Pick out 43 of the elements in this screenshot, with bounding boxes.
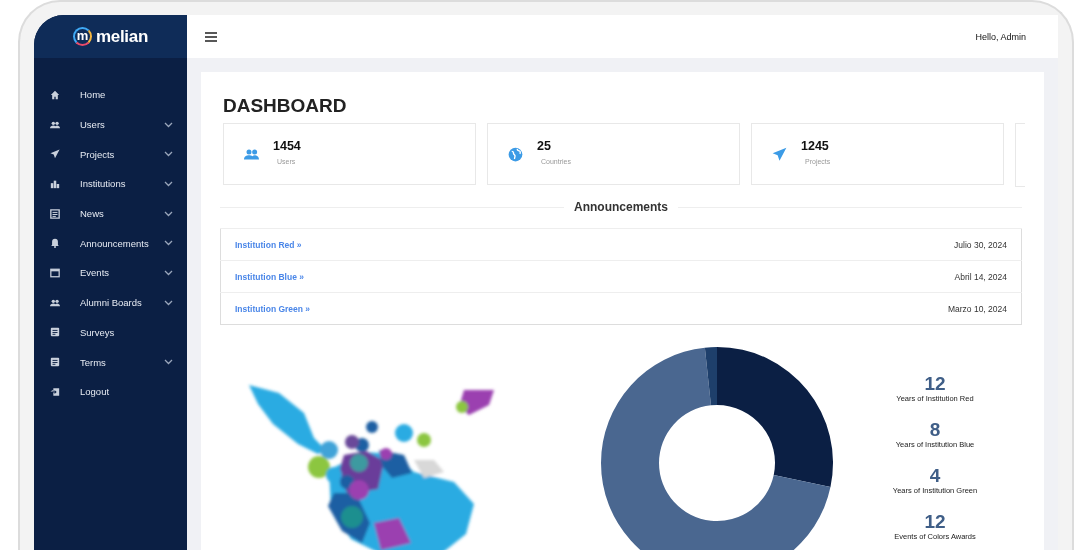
sidebar-item[interactable]: Projects <box>34 139 187 170</box>
document-icon <box>50 327 60 338</box>
announcement-date: Julio 30, 2024 <box>954 239 1007 250</box>
people-icon <box>50 297 60 308</box>
people-icon <box>50 119 60 130</box>
fact-number: 4 <box>929 466 941 486</box>
fact-number: 12 <box>924 512 946 532</box>
calendar-icon <box>50 267 60 278</box>
sidebar-item[interactable]: Alumni Boards <box>34 287 187 318</box>
sidebar-item[interactable]: Home <box>34 80 187 110</box>
institution-link[interactable]: Institution Blue » <box>235 271 304 282</box>
sidebar-item[interactable]: Users <box>34 109 187 140</box>
fact-number: 8 <box>929 420 941 440</box>
page-title: DASHBOARD <box>223 95 348 117</box>
newspaper-icon <box>50 208 60 219</box>
paper-plane-icon <box>772 146 787 162</box>
logo-mark-icon: m <box>72 27 92 46</box>
menu-icon[interactable] <box>205 31 217 42</box>
paper-plane-icon <box>50 149 60 160</box>
logo-text: melian <box>95 26 149 47</box>
bar-chart-icon <box>50 178 60 189</box>
stat-value: 1245 <box>801 139 830 153</box>
sidebar-item[interactable]: News <box>34 198 187 229</box>
sidebar-item[interactable]: Logout <box>34 376 187 407</box>
announcement-date: Marzo 10, 2024 <box>947 303 1007 314</box>
sidebar-item[interactable]: Terms <box>34 347 187 377</box>
section-title: Announcements <box>574 200 668 214</box>
stat-value: 1454 <box>273 139 301 153</box>
logout-icon <box>50 386 60 397</box>
sidebar-item[interactable]: Events <box>34 258 187 288</box>
sidebar-item[interactable]: Surveys <box>34 317 187 348</box>
home-icon <box>50 89 60 100</box>
institution-link[interactable]: Institution Red » <box>235 239 302 250</box>
globe-icon <box>508 146 523 162</box>
sidebar-item[interactable]: Institutions <box>34 169 187 199</box>
announcement-date: Abril 14, 2024 <box>954 271 1007 282</box>
sidebar-item[interactable]: Announcements <box>34 228 187 259</box>
stat-value: 25 <box>537 139 552 153</box>
institution-link[interactable]: Institution Green » <box>235 303 311 314</box>
bell-icon <box>50 238 60 249</box>
greeting-text: Hello, Admin <box>975 31 1026 42</box>
fact-number: 12 <box>924 374 946 394</box>
document-icon <box>50 357 60 368</box>
